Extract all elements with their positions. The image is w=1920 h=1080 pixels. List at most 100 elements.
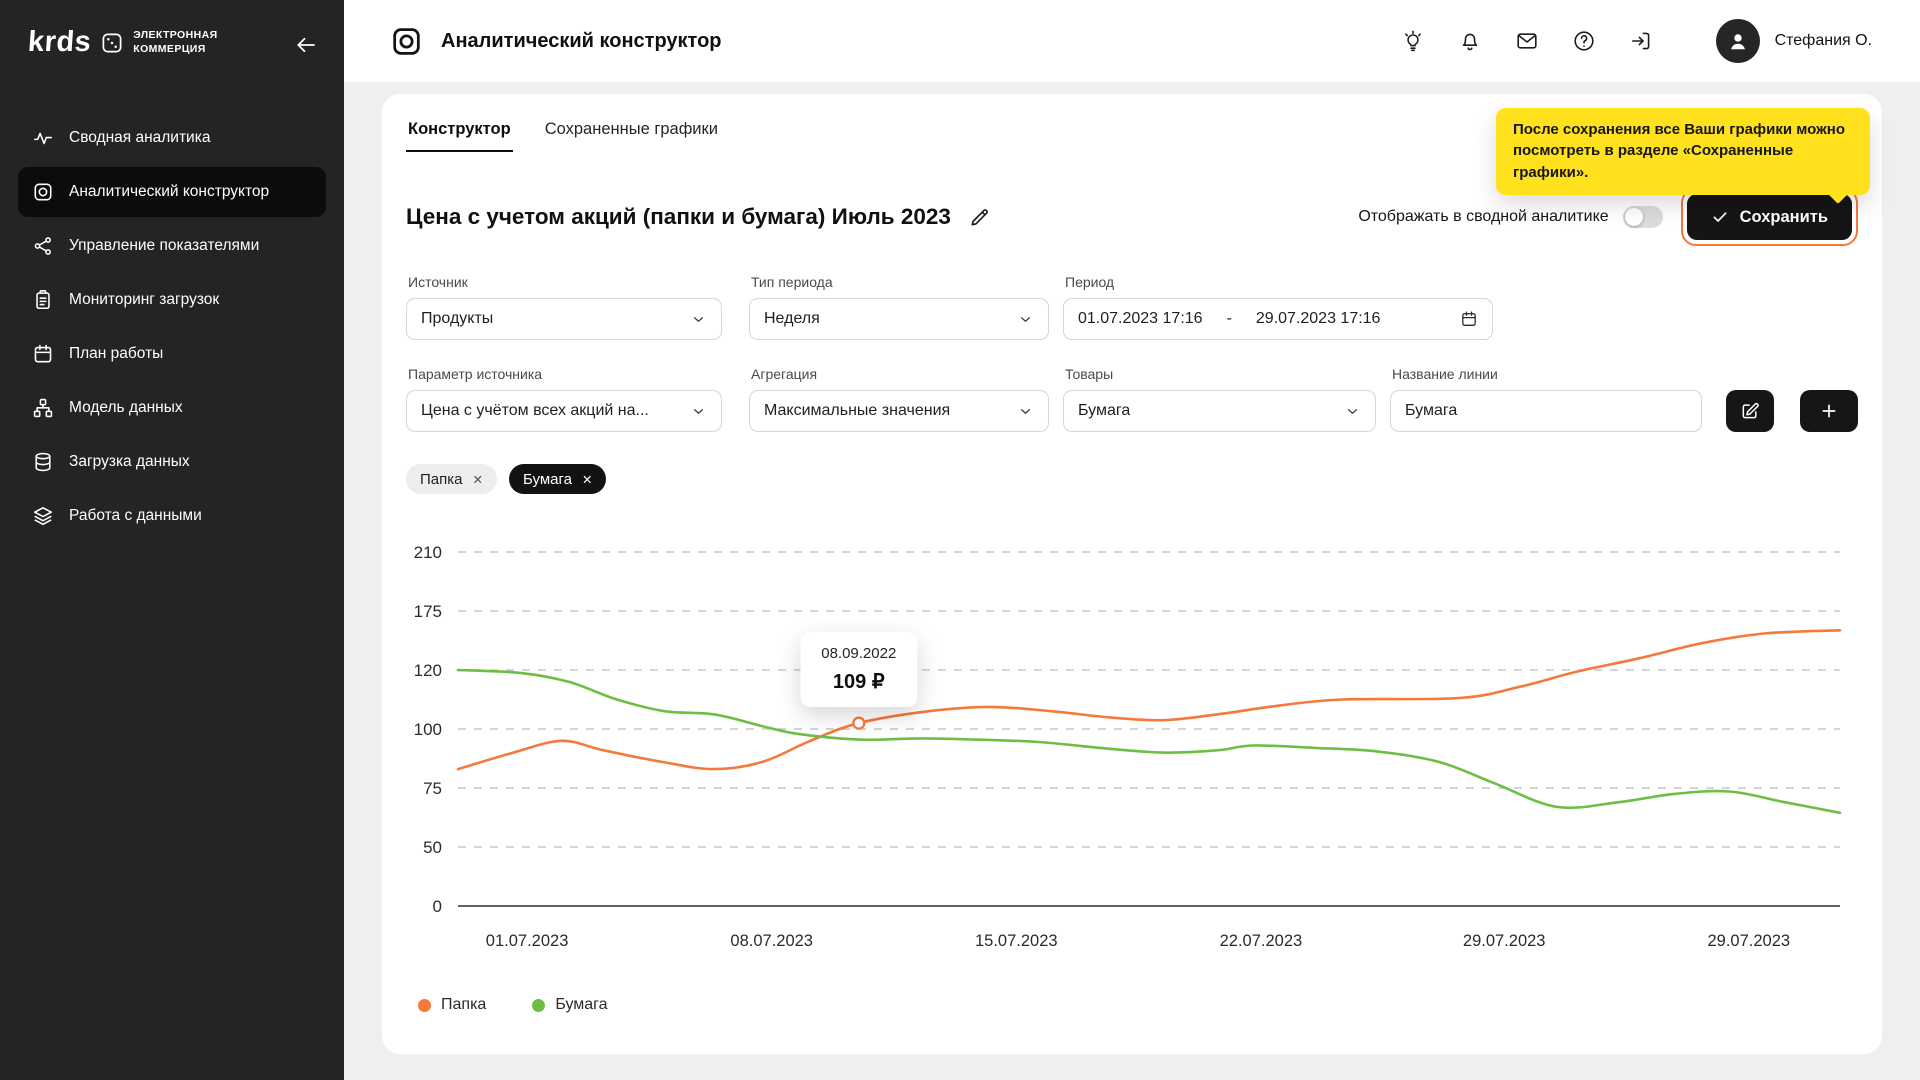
svg-text:120: 120 [414,661,442,680]
svg-text:15.07.2023: 15.07.2023 [975,932,1058,950]
svg-text:0: 0 [433,897,442,916]
messages-button[interactable] [1515,29,1539,53]
user-menu[interactable]: Стефания О. [1716,19,1872,63]
calendar-icon [32,343,54,365]
logo-brand: krds [27,26,93,59]
field-label: Источник [408,274,722,290]
field-source: Источник Продукты [406,274,722,340]
source-select[interactable]: Продукты [406,298,722,340]
chevron-down-icon [690,403,707,420]
field-label: Название линии [1392,366,1702,382]
chip-remove-icon[interactable]: ✕ [582,472,592,487]
help-button[interactable] [1572,29,1596,53]
field-period-type: Тип периода Неделя [749,274,1049,340]
pulse-icon [32,127,54,149]
chart-svg: 0507510012017521001.07.202308.07.202315.… [406,522,1852,970]
goods-select[interactable]: Бумага [1063,390,1376,432]
whats-new-button[interactable] [1401,29,1425,53]
sidebar-item-label: Модель данных [69,399,183,417]
sidebar-item-label: Загрузка данных [69,453,190,471]
period-type-select[interactable]: Неделя [749,298,1049,340]
legend-label: Бумага [555,996,607,1014]
tab-1[interactable]: Сохраненные графики [543,118,720,152]
sidebar-item-label: Аналитический конструктор [69,183,269,201]
arrow-left-icon [294,33,320,57]
sidebar-item-label: Работа с данными [69,507,202,525]
sidebar-item-label: Управление показателями [69,237,259,255]
chart-title-block: Цена с учетом акций (папки и бумага) Июл… [406,204,994,230]
sidebar-item-label: Мониторинг загрузок [69,291,219,309]
sidebar-item-constructor-mark[interactable]: Аналитический конструктор [18,167,326,217]
header-left: Аналитический конструктор [390,25,722,58]
tab-0[interactable]: Конструктор [406,118,513,152]
chevron-down-icon [1344,403,1361,420]
aggregation-select[interactable]: Максимальные значения [749,390,1049,432]
svg-text:08.07.2023: 08.07.2023 [730,932,813,950]
svg-text:50: 50 [423,838,442,857]
sidebar-item-label: Сводная аналитика [69,129,210,147]
add-line-button[interactable] [1800,390,1858,432]
chart-area[interactable]: 0507510012017521001.07.202308.07.202315.… [406,522,1858,970]
period-range-input[interactable]: 01.07.2023 17:16 - 29.07.2023 17:16 [1063,298,1493,340]
check-icon [1711,208,1729,226]
sidebar-item-label: План работы [69,345,163,363]
field-label: Товары [1065,366,1376,382]
content-area: После сохранения все Ваши графики можно … [344,82,1920,1080]
chevron-down-icon [1017,403,1034,420]
save-button[interactable]: Сохранить [1687,194,1852,240]
chip-Бумага[interactable]: Бумага ✕ [509,464,606,494]
svg-text:29.07.2023: 29.07.2023 [1708,932,1791,950]
model-icon [32,397,54,419]
chip-remove-icon[interactable]: ✕ [472,472,482,487]
edit-line-button[interactable] [1726,390,1774,432]
svg-text:100: 100 [414,720,442,739]
sidebar-item-clipboard[interactable]: Мониторинг загрузок [18,275,326,325]
field-line-name: Название линии [1390,366,1702,432]
field-aggregation: Агрегация Максимальные значения [749,366,1049,432]
field-source-param: Параметр источника Цена с учётом всех ак… [406,366,722,432]
constructor-mark-icon [390,25,423,58]
legend-dot [418,999,431,1012]
sidebar-header: krds ЭЛЕКТРОННАЯ КОММЕРЦИЯ [0,0,344,59]
sidebar-collapse-button[interactable] [294,32,320,58]
clipboard-icon [32,289,54,311]
avatar [1716,19,1760,63]
legend-item-Бумага[interactable]: Бумага [532,996,607,1014]
summary-toggle-label: Отображать в сводной аналитике [1358,208,1608,226]
svg-text:210: 210 [414,543,442,562]
actions-block: Отображать в сводной аналитике Сохранить [1358,188,1858,246]
sidebar-item-database[interactable]: Загрузка данных [18,437,326,487]
constructor-card: После сохранения все Ваши графики можно … [382,94,1882,1054]
filter-row-2: Параметр источника Цена с учётом всех ак… [406,366,1858,432]
legend-item-Папка[interactable]: Папка [418,996,486,1014]
svg-text:22.07.2023: 22.07.2023 [1220,932,1303,950]
bell-icon [1458,29,1482,53]
save-hint-callout: После сохранения все Ваши графики можно … [1496,108,1870,195]
source-param-select[interactable]: Цена с учётом всех акций на... [406,390,722,432]
chip-label: Папка [420,471,462,488]
summary-toggle[interactable] [1623,206,1663,228]
pencil-icon [968,206,994,229]
logo: krds ЭЛЕКТРОННАЯ КОММЕРЦИЯ [28,26,218,59]
edit-title-button[interactable] [968,204,994,230]
logout-icon [1629,29,1653,53]
sidebar-item-calendar[interactable]: План работы [18,329,326,379]
legend-label: Папка [441,996,486,1014]
logout-button[interactable] [1629,29,1653,53]
period-to: 29.07.2023 17:16 [1256,310,1381,328]
period-separator: - [1227,310,1232,328]
app-root: krds ЭЛЕКТРОННАЯ КОММЕРЦИЯ Сводная анали… [0,0,1920,1080]
filter-row-1: Источник Продукты Тип периода Неделя [406,274,1858,340]
sidebar-item-pulse[interactable]: Сводная аналитика [18,113,326,163]
line-name-input[interactable] [1390,390,1702,432]
calendar-icon [1460,310,1478,328]
sidebar-nav: Сводная аналитика Аналитический конструк… [0,113,344,541]
chevron-down-icon [690,311,707,328]
chip-Папка[interactable]: Папка ✕ [406,464,497,494]
notifications-button[interactable] [1458,29,1482,53]
sidebar-item-layers[interactable]: Работа с данными [18,491,326,541]
question-icon [1572,29,1596,53]
sidebar-item-share[interactable]: Управление показателями [18,221,326,271]
page-title: Аналитический конструктор [441,30,722,53]
sidebar-item-model[interactable]: Модель данных [18,383,326,433]
